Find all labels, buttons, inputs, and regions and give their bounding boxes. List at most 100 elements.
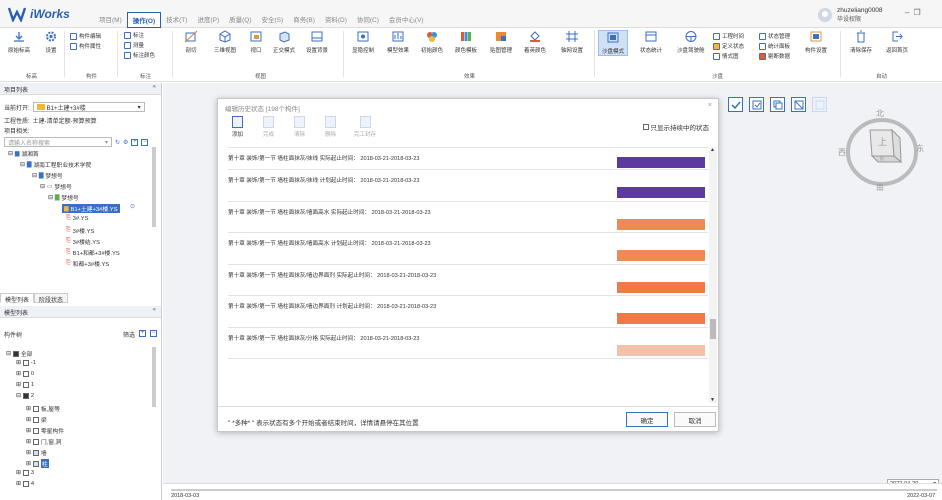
tree-node[interactable]: ⊞ 零星构件 bbox=[26, 426, 64, 435]
status-row[interactable]: 第十章 装饰/第一节 墙柱面抹灰/墙边界面剂 计划起止时间： 2018-03-2… bbox=[228, 296, 708, 328]
tree-node[interactable]: ⊞ 梁 bbox=[26, 415, 47, 424]
checkbox-checked[interactable] bbox=[32, 460, 39, 467]
scrollbar[interactable] bbox=[152, 347, 156, 407]
stats-panel-button[interactable]: 统计面板 bbox=[759, 42, 790, 50]
window-controls[interactable]: –❐ bbox=[905, 8, 925, 17]
collapse-icon[interactable]: « bbox=[153, 307, 156, 313]
menu-item-active[interactable]: 操作(O) bbox=[126, 12, 162, 28]
status-color-bar[interactable] bbox=[617, 313, 705, 324]
remove-icon[interactable]: − bbox=[150, 329, 157, 337]
tree-node[interactable]: ⊞ 0 bbox=[16, 371, 34, 377]
scroll-down-icon[interactable]: ▼ bbox=[710, 397, 715, 403]
tree-node[interactable]: ⊟ ▇ 梦想号 bbox=[48, 193, 79, 203]
component-settings-button[interactable]: 构件设置 bbox=[805, 30, 827, 54]
remove-icon[interactable]: − bbox=[141, 138, 149, 146]
checkbox[interactable] bbox=[12, 350, 19, 357]
menu-item[interactable]: 技术(T) bbox=[161, 12, 192, 28]
timeline-bar[interactable]: 2018-03-03 2022-03-07 bbox=[163, 483, 942, 500]
checkbox[interactable] bbox=[642, 124, 649, 130]
checkbox[interactable] bbox=[22, 360, 29, 366]
tree-node[interactable]: ⊞ 柱 bbox=[26, 459, 49, 468]
current-project-select[interactable]: B1+土建+3#楼 ▾ bbox=[32, 102, 145, 112]
status-row[interactable]: 第十章 装饰/第一节 墙柱面抹灰/墙边界面剂 实际起止时间： 2018-03-2… bbox=[228, 265, 708, 296]
slash-view-button[interactable] bbox=[791, 97, 806, 112]
list-scrollbar[interactable]: ▲ ▼ bbox=[709, 147, 717, 403]
only-running-toggle[interactable]: 只显示持续中的状态 bbox=[642, 122, 709, 132]
tree-node[interactable]: ⊟ ▇ 梦想号 bbox=[32, 171, 63, 181]
search-input[interactable]: 请输入名称搜索 ▾ bbox=[4, 137, 112, 147]
status-color-bar[interactable] bbox=[617, 187, 705, 198]
status-row[interactable]: 第十章 装饰/第一节 墙柱面抹灰/抹线 实际起止时间： 2018-03-21-2… bbox=[228, 148, 708, 170]
model-effect-button[interactable]: 模型效果 bbox=[387, 30, 409, 54]
status-color-bar[interactable] bbox=[617, 250, 705, 261]
seal-button[interactable]: 完工封存 bbox=[354, 116, 376, 138]
disabled-view-button[interactable] bbox=[812, 97, 827, 112]
original-elevation-button[interactable]: 原始标高 bbox=[8, 30, 30, 54]
menu-item[interactable]: 项目(M) bbox=[94, 12, 127, 28]
tree-node[interactable]: ⎘ 和都+3#楼.YS bbox=[66, 259, 109, 268]
texture-manage-button[interactable]: 贴图管理 bbox=[490, 30, 512, 54]
tree-node[interactable]: ⊞ 4 bbox=[16, 481, 34, 487]
visibility-control-button[interactable]: 显隐控制 bbox=[352, 30, 374, 54]
menu-item[interactable]: 质量(Q) bbox=[224, 12, 256, 28]
checkbox-checked[interactable] bbox=[32, 449, 39, 456]
tree-node[interactable]: ⊟ ▭ 梦想号 bbox=[40, 182, 72, 192]
add-button[interactable]: 添加 bbox=[232, 116, 243, 138]
restore-icon[interactable]: ❐ bbox=[913, 8, 924, 17]
status-color-bar[interactable] bbox=[617, 157, 705, 168]
grid-settings-button[interactable]: 轴网设置 bbox=[561, 30, 583, 54]
tree-node[interactable]: ⊞ 门,窗,洞 bbox=[26, 437, 61, 446]
timeline-track[interactable] bbox=[171, 489, 937, 491]
status-color-bar[interactable] bbox=[617, 218, 705, 230]
menu-item[interactable]: 会员中心(V) bbox=[384, 12, 429, 28]
set-background-button[interactable]: 设置背景 bbox=[306, 30, 328, 54]
status-row[interactable]: 第十章 装饰/第一节 墙柱面抹灰/分格 实际起止时间： 2018-03-21-2… bbox=[228, 328, 708, 359]
checkbox[interactable] bbox=[22, 481, 29, 487]
add-icon[interactable]: + bbox=[139, 329, 146, 337]
cut-data-button[interactable]: 剔断数据 bbox=[759, 52, 790, 60]
checkbox[interactable] bbox=[22, 371, 29, 377]
3d-view-button[interactable]: 三维视图 bbox=[214, 30, 236, 54]
sandbox-mode-button[interactable]: 沙盘模式 bbox=[598, 30, 629, 56]
menu-item[interactable]: 安全(S) bbox=[257, 12, 289, 28]
tree-node[interactable]: ⊟ ▇ 湖南工程职业技术学院 bbox=[20, 160, 91, 170]
add-icon[interactable]: + bbox=[131, 138, 139, 146]
checkbox[interactable] bbox=[22, 382, 29, 388]
checkbox[interactable] bbox=[32, 438, 39, 445]
status-row[interactable]: 第十章 装饰/第一节 墙柱面抹灰/抹线 计划起止时间： 2018-03-21-2… bbox=[228, 170, 708, 202]
copy-view-button[interactable] bbox=[770, 97, 785, 112]
status-color-bar[interactable] bbox=[617, 281, 705, 293]
initial-color-button[interactable]: 初始颜色 bbox=[421, 30, 443, 54]
menu-item[interactable]: 协同(C) bbox=[352, 12, 384, 28]
project-time-button[interactable]: 工程时间 bbox=[713, 32, 744, 40]
tree-node[interactable]: ⊟ 2 bbox=[16, 393, 34, 399]
tree-node-actions[interactable]: ⊙ bbox=[130, 204, 135, 210]
section-cut-button[interactable]: 剖切 bbox=[184, 30, 198, 54]
tab-stage-status[interactable]: 阶段状态 bbox=[34, 293, 69, 304]
cancel-button[interactable]: 取消 bbox=[674, 412, 716, 427]
close-icon[interactable]: × bbox=[708, 102, 712, 109]
menu-item[interactable]: 进度(P) bbox=[192, 12, 224, 28]
tree-node-selected[interactable]: ▆ B1+土建+3#楼.YS bbox=[62, 204, 120, 213]
status-stats-button[interactable]: 状态统计 bbox=[640, 30, 662, 54]
status-row[interactable]: 第十章 装饰/第一节 墙柱面抹灰/墙面高水 计划起止时间： 2018-03-21… bbox=[228, 233, 708, 265]
sandbox-cockpit-button[interactable]: 沙盘驾驶舱 bbox=[677, 30, 705, 54]
check-view-button[interactable] bbox=[728, 97, 743, 112]
shade-color-button[interactable]: 着英颜色 bbox=[524, 30, 546, 54]
tree-node[interactable]: ⊞ 1 bbox=[16, 382, 34, 388]
checkbox[interactable] bbox=[32, 405, 39, 412]
tree-node[interactable]: ⎘ 3#楼.YS bbox=[66, 226, 94, 235]
status-color-bar[interactable] bbox=[617, 344, 705, 356]
scrollbar[interactable] bbox=[152, 147, 156, 227]
tree-node[interactable]: ⎘ B1+和都+3#楼.YS bbox=[66, 248, 120, 257]
status-chart-button[interactable]: 情式图 bbox=[713, 52, 739, 60]
tree-node[interactable]: ⊞ 板,屋等 bbox=[26, 404, 60, 413]
annotate-button[interactable]: 标注 bbox=[124, 31, 144, 39]
ok-button[interactable]: 确定 bbox=[626, 412, 668, 427]
tree-node[interactable]: ⎘ 3#楼结.YS bbox=[66, 237, 100, 246]
tree-node[interactable]: ⊞ -1 bbox=[16, 360, 36, 366]
viewport-button[interactable]: 视口 bbox=[249, 30, 263, 54]
checkbox[interactable] bbox=[32, 416, 39, 423]
settings-button[interactable]: 设置 bbox=[44, 30, 58, 54]
user-info[interactable]: zhuzeliang0008 毕设权限 bbox=[818, 7, 883, 23]
